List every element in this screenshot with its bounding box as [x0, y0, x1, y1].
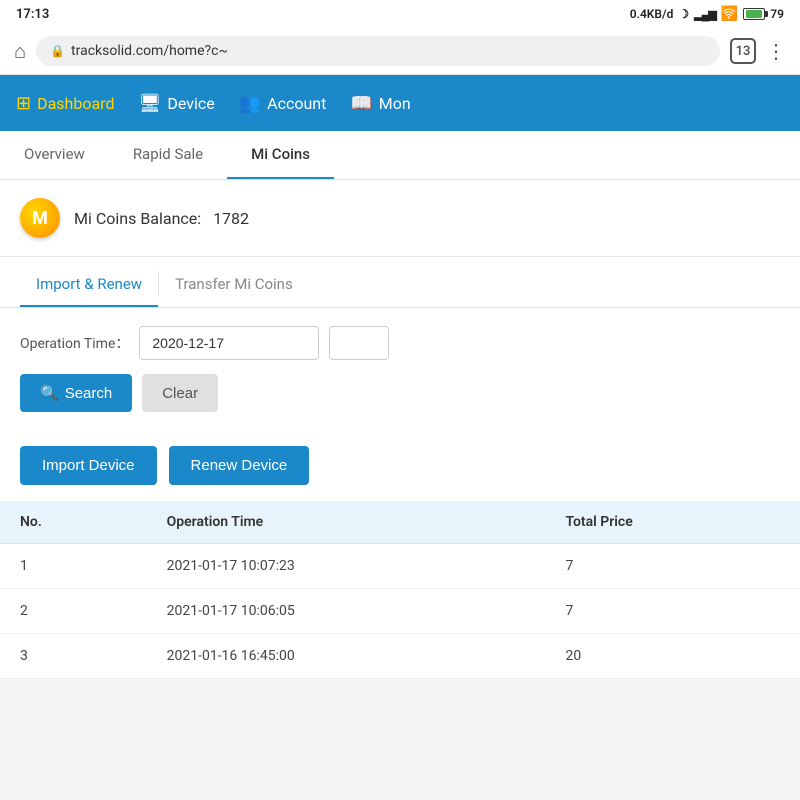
url-text: tracksolid.com/home?c~ [71, 43, 228, 59]
nav-item-monitor[interactable]: 📖 Mon [350, 85, 410, 122]
table-container: No. Operation Time Total Price 1 2021-01… [0, 501, 800, 679]
tabs-bar: Overview Rapid Sale Mi Coins [0, 131, 800, 180]
dashboard-icon: ⊞ [16, 93, 31, 114]
nav-label-account: Account [267, 94, 326, 113]
time-display: 17:13 [16, 7, 49, 22]
col-operation-time: Operation Time [147, 501, 546, 544]
clear-button[interactable]: Clear [142, 374, 218, 412]
moon-icon: ☽ [678, 7, 689, 21]
status-bar: 17:13 0.4KB/d ☽ ▂▄▆ 🛜 79 [0, 0, 800, 28]
nav-bar: ⊞ Dashboard 🖥 Device 👥 Account 📖 Mon [0, 75, 800, 131]
battery-percent: 79 [770, 7, 784, 21]
renew-device-button[interactable]: Renew Device [169, 446, 310, 485]
table-row: 3 2021-01-16 16:45:00 20 [0, 634, 800, 679]
browser-bar: ⌂ 🔒 tracksolid.com/home?c~ 13 ⋮ [0, 28, 800, 75]
btn-row: 🔍 Search Clear [20, 374, 780, 412]
nav-label-dashboard: Dashboard [37, 94, 114, 113]
main-content: Overview Rapid Sale Mi Coins M Mi Coins … [0, 131, 800, 679]
table-row: 2 2021-01-17 10:06:05 7 [0, 589, 800, 634]
filter-row: Operation Time： [20, 326, 780, 360]
tab-count-badge[interactable]: 13 [730, 38, 756, 64]
sub-tab-transfer[interactable]: Transfer Mi Coins [159, 261, 309, 307]
cell-price: 20 [545, 634, 800, 679]
wifi-icon: 🛜 [721, 6, 738, 22]
action-btn-row: Import Device Renew Device [0, 436, 800, 501]
operation-time-label: Operation Time： [20, 333, 129, 353]
home-icon[interactable]: ⌂ [14, 39, 26, 64]
device-icon: 🖥 [138, 93, 161, 114]
balance-row: M Mi Coins Balance: 1782 [0, 180, 800, 257]
operation-time-extra-input[interactable] [329, 326, 389, 360]
col-total-price: Total Price [545, 501, 800, 544]
monitor-icon: 📖 [350, 93, 372, 114]
signal-icon: ▂▄▆ [694, 8, 716, 21]
cell-no: 1 [0, 544, 147, 589]
cell-no: 3 [0, 634, 147, 679]
address-bar[interactable]: 🔒 tracksolid.com/home?c~ [36, 36, 720, 66]
nav-item-account[interactable]: 👥 Account [239, 85, 327, 122]
nav-label-monitor: Mon [379, 94, 411, 113]
account-icon: 👥 [239, 93, 261, 114]
tab-mi-coins[interactable]: Mi Coins [227, 131, 334, 179]
balance-amount: 1782 [213, 209, 249, 228]
tab-overview[interactable]: Overview [0, 131, 109, 179]
filter-area: Operation Time： 🔍 Search Clear [0, 308, 800, 436]
cell-time: 2021-01-16 16:45:00 [147, 634, 546, 679]
lock-icon: 🔒 [50, 44, 65, 58]
nav-item-device[interactable]: 🖥 Device [138, 85, 214, 122]
nav-label-device: Device [167, 94, 214, 113]
table-row: 1 2021-01-17 10:07:23 7 [0, 544, 800, 589]
sub-tabs: Import & Renew Transfer Mi Coins [0, 261, 800, 308]
col-no: No. [0, 501, 147, 544]
balance-label: Mi Coins Balance: 1782 [74, 209, 249, 228]
status-right: 0.4KB/d ☽ ▂▄▆ 🛜 79 [630, 6, 784, 22]
mi-coin-icon: M [20, 198, 60, 238]
battery-display [743, 7, 765, 21]
sub-tab-import-renew[interactable]: Import & Renew [20, 261, 158, 307]
cell-price: 7 [545, 589, 800, 634]
cell-no: 2 [0, 589, 147, 634]
cell-time: 2021-01-17 10:06:05 [147, 589, 546, 634]
data-table: No. Operation Time Total Price 1 2021-01… [0, 501, 800, 679]
nav-item-dashboard[interactable]: ⊞ Dashboard [16, 85, 114, 122]
search-button[interactable]: 🔍 Search [20, 374, 132, 412]
network-speed: 0.4KB/d [630, 7, 674, 21]
cell-price: 7 [545, 544, 800, 589]
operation-time-input[interactable] [139, 326, 319, 360]
cell-time: 2021-01-17 10:07:23 [147, 544, 546, 589]
table-header-row: No. Operation Time Total Price [0, 501, 800, 544]
tab-rapid-sale[interactable]: Rapid Sale [109, 131, 227, 179]
search-icon: 🔍 [40, 384, 59, 402]
import-device-button[interactable]: Import Device [20, 446, 157, 485]
browser-menu-icon[interactable]: ⋮ [766, 39, 786, 63]
